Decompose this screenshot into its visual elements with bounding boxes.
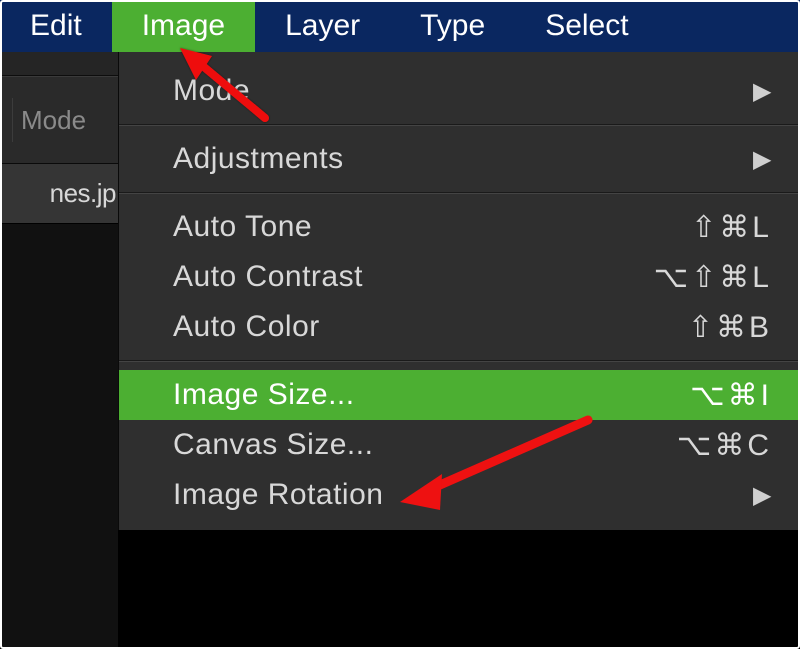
menu-layer[interactable]: Layer bbox=[255, 0, 390, 52]
menu-type[interactable]: Type bbox=[390, 0, 515, 52]
menu-item-image-size[interactable]: Image Size... ⌥⌘I bbox=[119, 370, 800, 420]
menu-item-mode[interactable]: Mode ▶ bbox=[119, 66, 800, 116]
menubar: Edit Image Layer Type Select bbox=[0, 0, 800, 52]
menu-item-auto-color[interactable]: Auto Color ⇧⌘B bbox=[119, 302, 800, 352]
menu-item-auto-tone[interactable]: Auto Tone ⇧⌘L bbox=[119, 202, 800, 252]
menu-select[interactable]: Select bbox=[515, 0, 658, 52]
options-mode-label: Mode bbox=[21, 105, 86, 136]
menu-item-image-size-label: Image Size... bbox=[173, 378, 355, 412]
menu-layer-label: Layer bbox=[285, 9, 360, 43]
menu-separator bbox=[119, 360, 800, 362]
image-menu-dropdown: Mode ▶ Adjustments ▶ Auto Tone ⇧⌘L Auto … bbox=[118, 52, 800, 530]
menu-item-auto-color-label: Auto Color bbox=[173, 310, 320, 344]
menu-item-mode-label: Mode bbox=[173, 74, 250, 108]
document-tab-text: nes.jp bbox=[50, 178, 116, 209]
options-bar-mode: Mode bbox=[0, 76, 118, 164]
menu-edit[interactable]: Edit bbox=[0, 0, 112, 52]
menu-item-canvas-size-label: Canvas Size... bbox=[173, 428, 373, 462]
menu-edit-label: Edit bbox=[30, 9, 82, 43]
menu-select-label: Select bbox=[545, 9, 628, 43]
menu-image[interactable]: Image bbox=[112, 0, 255, 52]
menu-item-auto-contrast-label: Auto Contrast bbox=[173, 260, 363, 294]
document-tab-fragment[interactable]: nes.jp bbox=[0, 164, 118, 224]
menu-item-auto-contrast-shortcut: ⌥⇧⌘L bbox=[654, 260, 772, 295]
options-divider bbox=[12, 98, 13, 142]
menu-item-canvas-size-shortcut: ⌥⌘C bbox=[677, 428, 772, 463]
menu-item-canvas-size[interactable]: Canvas Size... ⌥⌘C bbox=[119, 420, 800, 470]
menu-image-label: Image bbox=[142, 9, 225, 43]
menu-separator bbox=[119, 124, 800, 126]
menu-item-image-size-shortcut: ⌥⌘I bbox=[690, 378, 772, 413]
menu-item-auto-tone-shortcut: ⇧⌘L bbox=[691, 210, 772, 245]
menu-type-label: Type bbox=[420, 9, 485, 43]
menu-item-image-rotation[interactable]: Image Rotation ▶ bbox=[119, 470, 800, 520]
menu-item-auto-tone-label: Auto Tone bbox=[173, 210, 312, 244]
submenu-arrow-icon: ▶ bbox=[753, 481, 772, 510]
menu-item-image-rotation-label: Image Rotation bbox=[173, 478, 383, 512]
menu-item-adjustments[interactable]: Adjustments ▶ bbox=[119, 134, 800, 184]
options-bar-fragment bbox=[0, 52, 118, 76]
menu-item-adjustments-label: Adjustments bbox=[173, 142, 344, 176]
left-panel: Mode nes.jp bbox=[0, 52, 118, 649]
submenu-arrow-icon: ▶ bbox=[753, 77, 772, 106]
menu-separator bbox=[119, 192, 800, 194]
menu-item-auto-color-shortcut: ⇧⌘B bbox=[688, 310, 772, 345]
canvas-area bbox=[0, 224, 118, 649]
submenu-arrow-icon: ▶ bbox=[753, 145, 772, 174]
menu-item-auto-contrast[interactable]: Auto Contrast ⌥⇧⌘L bbox=[119, 252, 800, 302]
